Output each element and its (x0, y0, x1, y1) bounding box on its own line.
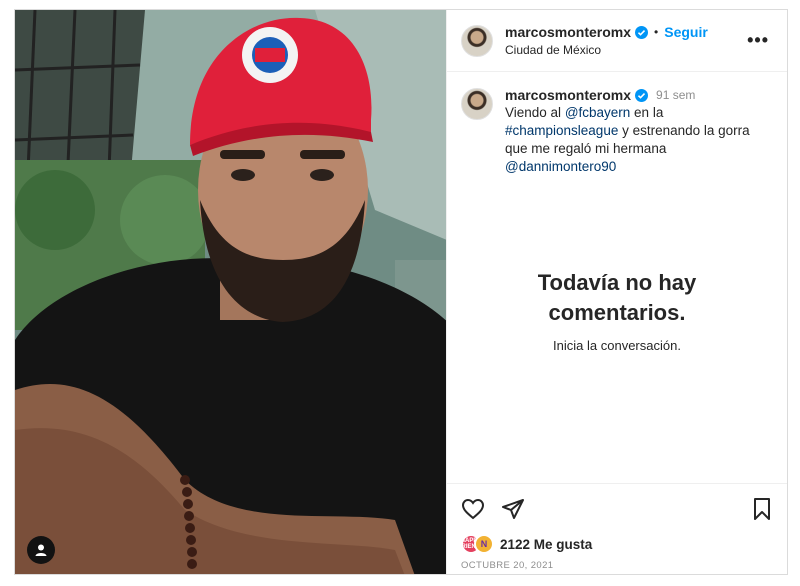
no-comments-placeholder: Todavía no hay comentarios. Inicia la co… (447, 268, 787, 353)
caption-username[interactable]: marcosmonteromx (505, 86, 631, 104)
selfie-illustration (15, 10, 446, 574)
caption-body: marcosmonteromx 91 sem Viendo al @fcbaye… (505, 86, 773, 176)
more-options-icon[interactable]: ••• (743, 30, 773, 51)
hashtag-championsleague[interactable]: #championsleague (505, 123, 618, 138)
post-date[interactable]: OCTUBRE 20, 2021 (461, 560, 773, 571)
user-tag-button[interactable] (27, 536, 55, 564)
post-header-text: marcosmonteromx • Seguir Ciudad de Méxic… (505, 24, 743, 57)
likes-count[interactable]: 2122 Me gusta (500, 537, 592, 552)
verified-badge-icon (635, 88, 649, 102)
mention-fcbayern[interactable]: @fcbayern (565, 105, 630, 120)
heart-icon[interactable] (461, 497, 485, 521)
bookmark-icon[interactable] (751, 497, 773, 521)
separator-dot: • (654, 25, 659, 39)
post-modal: marcosmonteromx • Seguir Ciudad de Méxic… (14, 9, 788, 575)
location-link[interactable]: Ciudad de México (505, 43, 743, 57)
no-comments-subtitle: Inicia la conversación. (553, 338, 681, 353)
post-actions: HAPPY FRIENDS N 2122 Me gusta OCTUBRE 20… (447, 483, 787, 574)
caption-text-part: en la (630, 105, 664, 120)
caption-text-part: Viendo al (505, 105, 565, 120)
post-side-panel: marcosmonteromx • Seguir Ciudad de Méxic… (446, 10, 787, 574)
share-icon[interactable] (501, 497, 525, 521)
comments-area: marcosmonteromx 91 sem Viendo al @fcbaye… (447, 72, 787, 483)
mention-dannimontero90[interactable]: @dannimontero90 (505, 159, 616, 174)
post-photo[interactable] (15, 10, 446, 574)
post-header: marcosmonteromx • Seguir Ciudad de Méxic… (447, 10, 787, 72)
author-username[interactable]: marcosmonteromx (505, 24, 631, 40)
liker-avatar: N (474, 534, 494, 554)
likes-summary[interactable]: HAPPY FRIENDS N 2122 Me gusta (458, 534, 773, 554)
follow-button[interactable]: Seguir (664, 24, 708, 40)
user-tag-icon (35, 544, 47, 556)
post-caption: marcosmonteromx 91 sem Viendo al @fcbaye… (461, 86, 773, 176)
caption-text: Viendo al @fcbayern en la #championsleag… (505, 104, 773, 176)
caption-time[interactable]: 91 sem (656, 86, 695, 104)
verified-badge-icon (635, 25, 649, 39)
avatar[interactable] (461, 24, 493, 57)
action-icons-row (461, 494, 773, 524)
caption-avatar[interactable] (461, 88, 493, 120)
no-comments-title: Todavía no hay comentarios. (537, 270, 697, 325)
